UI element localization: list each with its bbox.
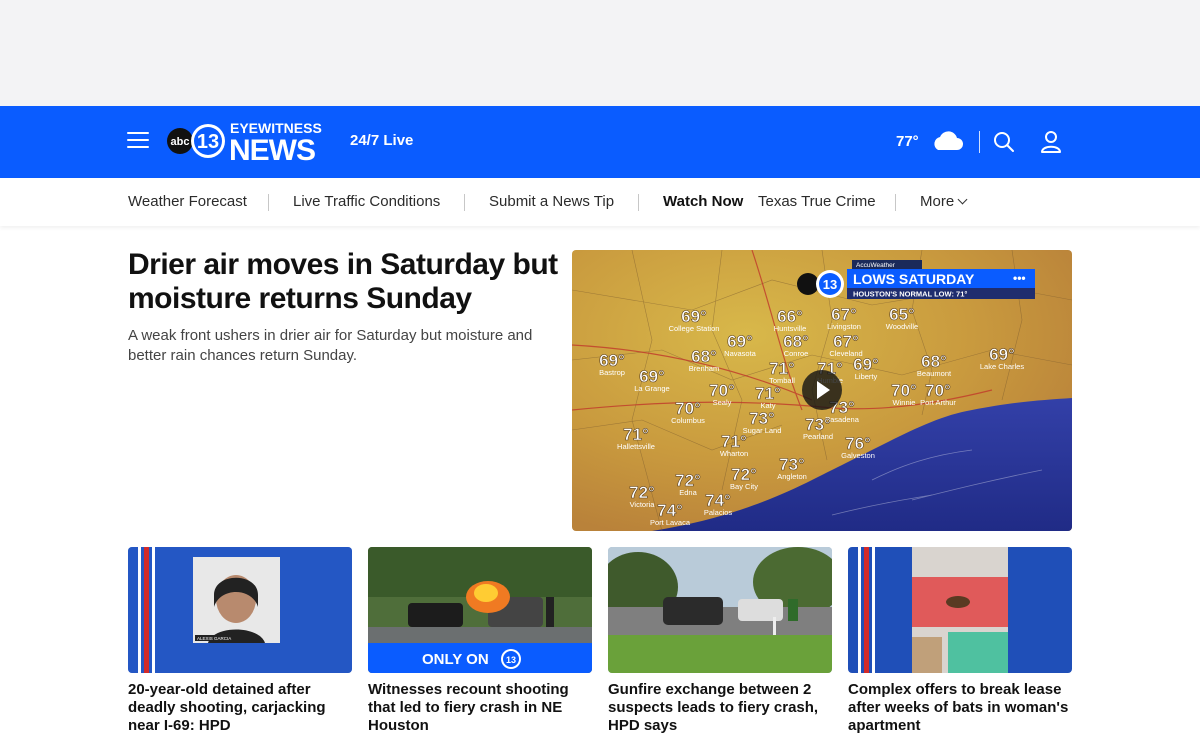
story-card[interactable]: Complex offers to break lease after week… <box>848 547 1072 735</box>
divider <box>979 131 980 153</box>
city-name: Palacios <box>704 508 733 517</box>
story-card[interactable]: ALEXIS GARCIA 20-year-old detained after… <box>128 547 352 735</box>
city-name: Bastrop <box>599 368 625 377</box>
city-name: Navasota <box>724 349 757 358</box>
city-name: Conroe <box>784 349 809 358</box>
nav-more-label: More <box>920 193 955 210</box>
divider <box>464 194 465 211</box>
story-title[interactable]: Complex offers to break lease after week… <box>848 681 1072 735</box>
lead-headline[interactable]: Drier air moves in Saturday but moisture… <box>128 248 558 316</box>
story-title[interactable]: Gunfire exchange between 2 suspects lead… <box>608 681 832 735</box>
lead-summary: A weak front ushers in drier air for Sat… <box>128 327 533 364</box>
secondary-navigation: Weather Forecast Live Traffic Conditions… <box>0 178 1200 226</box>
svg-text:LOWS SATURDAY: LOWS SATURDAY <box>853 271 975 287</box>
svg-text:AccuWeather: AccuWeather <box>856 262 896 269</box>
divider <box>895 194 896 211</box>
nav-weather-forecast[interactable]: Weather Forecast <box>128 193 247 210</box>
city-name: Livingston <box>827 322 861 331</box>
menu-icon[interactable] <box>127 132 149 150</box>
city-name: Brenham <box>689 364 719 373</box>
lead-video-player[interactable]: 13 AccuWeather LOWS SATURDAY ••• HOUSTON… <box>572 250 1072 531</box>
city-name: Bay City <box>730 482 758 491</box>
city-name: Galveston <box>841 451 875 460</box>
city-name: Port Lavaca <box>650 518 691 527</box>
city-name: Sugar Land <box>743 426 782 435</box>
city-name: Woodville <box>886 322 918 331</box>
city-name: Victoria <box>630 500 656 509</box>
divider <box>638 194 639 211</box>
svg-text:NEWS: NEWS <box>229 134 315 164</box>
svg-text:13: 13 <box>197 131 219 153</box>
story-title[interactable]: 20-year-old detained after deadly shooti… <box>128 681 352 735</box>
user-account-icon[interactable] <box>1040 130 1062 154</box>
nav-watch-now[interactable]: Watch Now <box>663 193 743 210</box>
abc13-eyewitness-news-logo[interactable]: abc 13 EYEWITNESS NEWS <box>166 118 334 164</box>
story-thumbnail[interactable]: ALEXIS GARCIA <box>128 547 352 673</box>
svg-text:13: 13 <box>823 277 837 292</box>
city-name: Lake Charles <box>980 362 1024 371</box>
svg-text:13: 13 <box>506 655 516 665</box>
city-name: Winnie <box>893 398 916 407</box>
cloud-icon[interactable] <box>930 128 964 154</box>
city-name: Liberty <box>855 372 878 381</box>
story-card[interactable]: ONLY ON 13 Witnesses recount shooting th… <box>368 547 592 735</box>
city-name: Pearland <box>803 432 833 441</box>
city-name: Angleton <box>777 472 807 481</box>
ad-space <box>0 0 1200 106</box>
current-temperature[interactable]: 77° <box>896 133 919 150</box>
chevron-down-icon <box>957 194 968 205</box>
nav-submit-news-tip[interactable]: Submit a News Tip <box>489 193 614 210</box>
city-name: Port Arthur <box>920 398 956 407</box>
city-name: Sealy <box>713 398 732 407</box>
city-name: College Station <box>669 324 720 333</box>
city-name: Edna <box>679 488 697 497</box>
nav-live-traffic[interactable]: Live Traffic Conditions <box>293 193 440 210</box>
svg-text:•••: ••• <box>1013 271 1026 285</box>
story-thumbnail[interactable] <box>608 547 832 673</box>
city-name: La Grange <box>634 384 669 393</box>
svg-text:HOUSTON'S NORMAL LOW: 71°: HOUSTON'S NORMAL LOW: 71° <box>853 290 967 299</box>
svg-text:ONLY ON: ONLY ON <box>422 651 489 668</box>
nav-more-dropdown[interactable]: More <box>920 193 968 210</box>
svg-text:ALEXIS GARCIA: ALEXIS GARCIA <box>197 636 231 641</box>
svg-text:abc: abc <box>171 136 190 148</box>
story-thumbnail[interactable]: ONLY ON 13 <box>368 547 592 673</box>
top-navigation-bar: abc 13 EYEWITNESS NEWS 24/7 Live 77° <box>0 106 1200 178</box>
city-name: Hallettsville <box>617 442 655 451</box>
city-name: Columbus <box>671 416 705 425</box>
city-name: Wharton <box>720 449 748 458</box>
nav-texas-true-crime[interactable]: Texas True Crime <box>758 193 876 210</box>
story-thumbnail[interactable] <box>848 547 1072 673</box>
search-icon[interactable] <box>993 131 1015 153</box>
story-title[interactable]: Witnesses recount shooting that led to f… <box>368 681 592 735</box>
divider <box>268 194 269 211</box>
city-name: Beaumont <box>917 369 952 378</box>
play-button[interactable] <box>802 370 842 410</box>
story-card[interactable]: Gunfire exchange between 2 suspects lead… <box>608 547 832 735</box>
live-stream-link[interactable]: 24/7 Live <box>350 132 413 149</box>
